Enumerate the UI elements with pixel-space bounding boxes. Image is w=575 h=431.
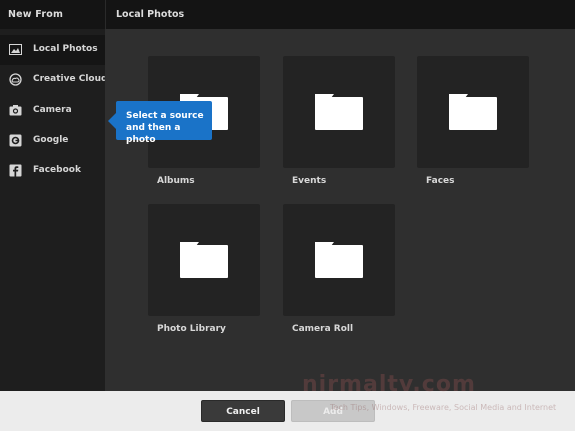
sidebar-item-camera[interactable]: Camera xyxy=(0,96,105,126)
folder-tile-camera-roll[interactable] xyxy=(283,204,395,316)
folder-icon xyxy=(315,242,363,278)
source-sidebar: Local Photos Creative Cloud Camera Googl… xyxy=(0,29,108,391)
cancel-button[interactable]: Cancel xyxy=(201,400,285,422)
source-title: Local Photos xyxy=(116,9,185,20)
folder-tile-faces[interactable] xyxy=(417,56,529,168)
folder-label: Albums xyxy=(157,176,195,186)
google-icon xyxy=(9,134,22,147)
sidebar-item-label: Google xyxy=(33,135,69,145)
sidebar-item-local-photos[interactable]: Local Photos xyxy=(0,35,105,65)
title-divider xyxy=(105,0,106,29)
watermark-logo: nirmaltv.com xyxy=(302,372,476,397)
sidebar-item-google[interactable]: Google xyxy=(0,126,105,156)
tooltip-line-2: and then a photo xyxy=(126,123,181,145)
folder-label: Events xyxy=(292,176,327,186)
title-bar: New From Local Photos xyxy=(0,0,575,29)
camera-icon xyxy=(9,105,22,116)
sidebar-item-label: Camera xyxy=(33,105,72,115)
facebook-icon xyxy=(9,164,22,177)
tooltip-line-1: Select a source xyxy=(126,111,204,121)
folder-label: Faces xyxy=(426,176,455,186)
sidebar-item-creative-cloud[interactable]: Creative Cloud xyxy=(0,65,108,95)
sidebar-item-facebook[interactable]: Facebook xyxy=(0,156,105,186)
photo-icon xyxy=(9,44,22,55)
folder-tile-events[interactable] xyxy=(283,56,395,168)
folder-icon xyxy=(449,94,497,130)
panel-title: New From xyxy=(8,9,64,20)
tooltip-arrow xyxy=(108,113,116,129)
creative-cloud-icon xyxy=(9,73,22,86)
sidebar-item-label: Local Photos xyxy=(33,44,98,54)
hint-tooltip: Select a source and then a photo xyxy=(108,101,212,145)
folder-label: Photo Library xyxy=(157,324,226,334)
watermark-tagline: Tech Tips, Windows, Freeware, Social Med… xyxy=(330,403,557,412)
folder-icon xyxy=(180,242,228,278)
folder-label: Camera Roll xyxy=(292,324,354,334)
folder-icon xyxy=(315,94,363,130)
sidebar-item-label: Creative Cloud xyxy=(33,74,108,84)
sidebar-item-label: Facebook xyxy=(33,165,81,175)
folder-tile-photo-library[interactable] xyxy=(148,204,260,316)
